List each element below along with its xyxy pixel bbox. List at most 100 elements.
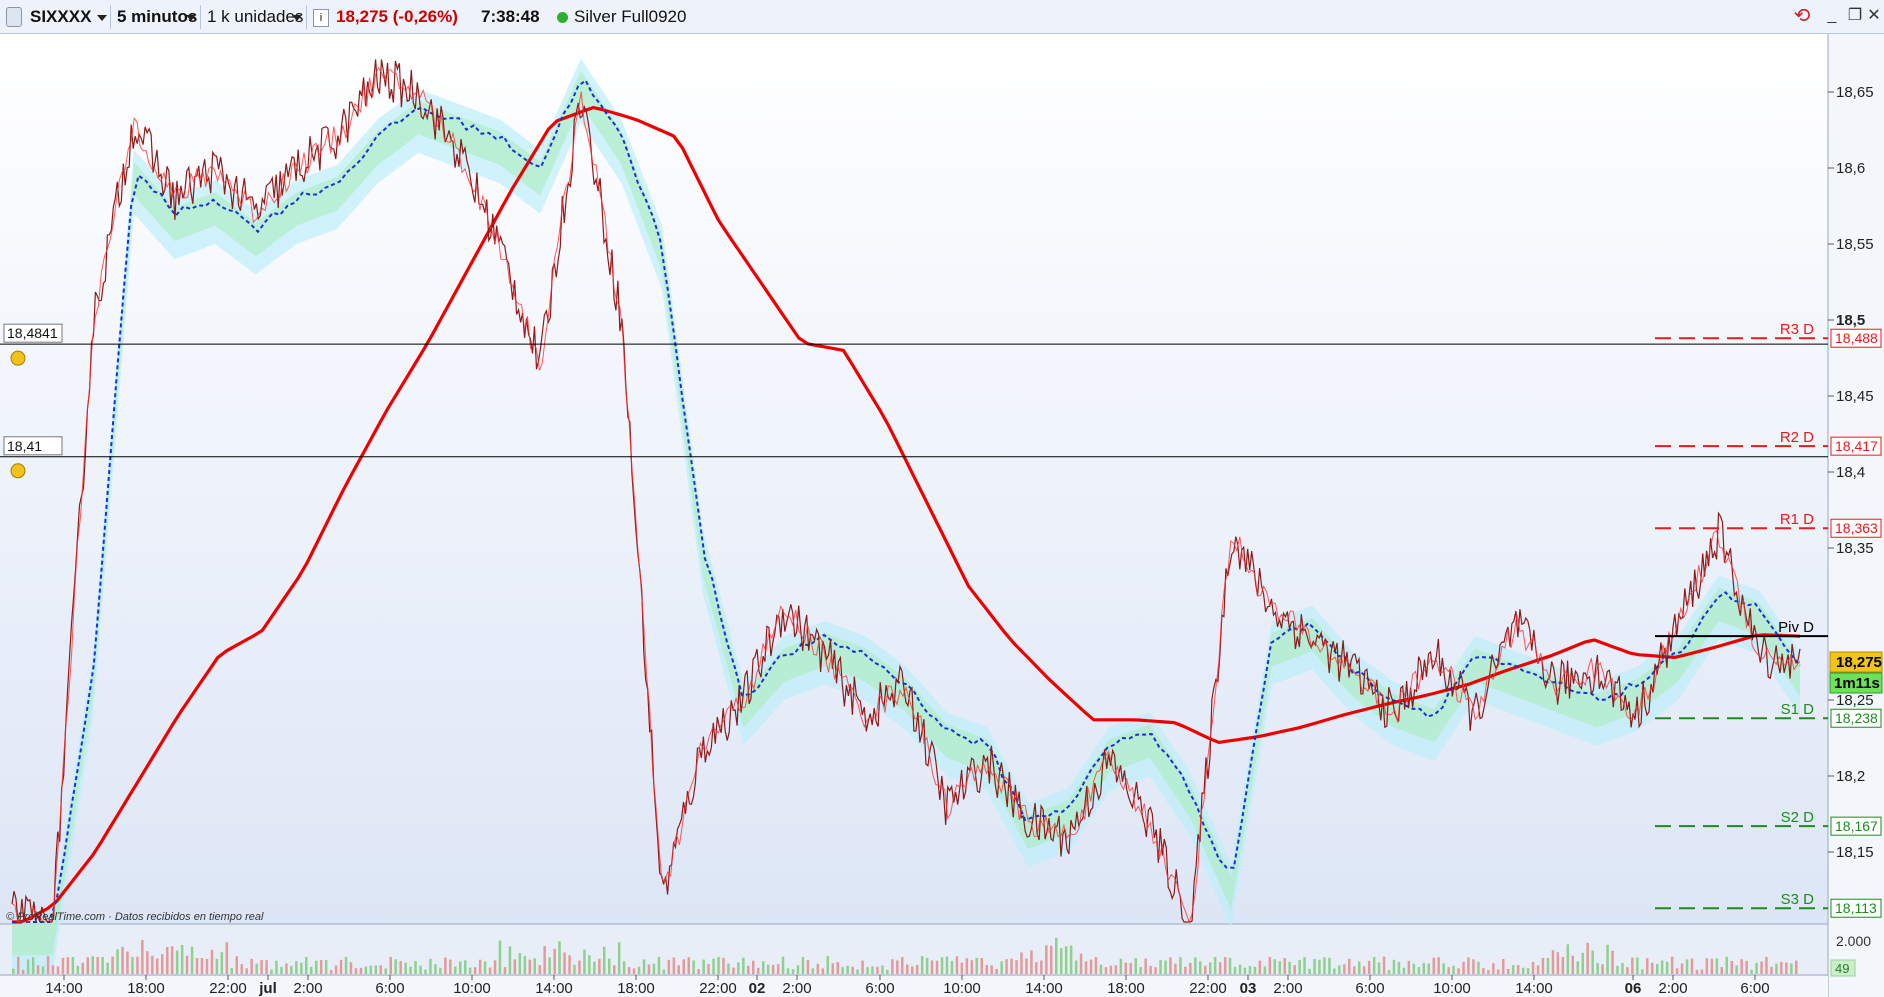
volume-bar	[667, 959, 671, 974]
x-tick-label: 2:00	[1273, 980, 1302, 997]
volume-scale-label: 2.000	[1836, 933, 1871, 949]
x-tick-label: 2:00	[293, 980, 322, 997]
volume-bar	[1665, 961, 1669, 974]
volume-bar	[1581, 952, 1584, 974]
units-selector[interactable]: 1 k unidades	[207, 6, 303, 28]
volume-bar	[1601, 964, 1604, 974]
close-button[interactable]: ✕	[1864, 6, 1884, 26]
volume-bar	[1442, 963, 1445, 974]
volume-bar	[593, 961, 596, 974]
sync-icon[interactable]: ⟲	[1792, 6, 1812, 26]
volume-bar	[1194, 957, 1197, 974]
volume-bar	[51, 965, 55, 974]
volume-bar	[235, 956, 238, 974]
chevron-down-icon[interactable]	[186, 15, 196, 21]
volume-bar	[1099, 964, 1103, 974]
volume-bar	[920, 956, 924, 974]
pivot-name: Piv D	[1778, 619, 1814, 636]
y-tick-label: 18,15	[1836, 844, 1874, 861]
volume-bar	[344, 956, 348, 974]
volume-bar	[1258, 960, 1262, 974]
volume-bar	[851, 966, 854, 974]
volume-bar	[1104, 967, 1108, 974]
volume-bar	[1119, 958, 1123, 974]
minimize-button[interactable]: _	[1822, 6, 1842, 26]
price-chart[interactable]: R3 D 18,488 R2 D 18,417 R1 D 18,363 Piv D S1 D 1…	[0, 34, 1884, 997]
volume-bar	[980, 958, 983, 974]
volume-bar	[652, 963, 656, 974]
volume-bar	[1223, 957, 1227, 974]
volume-bar	[285, 963, 288, 974]
volume-bar	[106, 962, 109, 974]
volume-bar	[1228, 957, 1232, 974]
volume-bar	[230, 967, 233, 974]
volume-bar	[1238, 964, 1242, 974]
volume-bar	[384, 968, 387, 974]
volume-bar	[36, 965, 40, 974]
volume-bar	[374, 965, 378, 974]
volume-bar	[1670, 956, 1674, 974]
volume-bar	[1735, 965, 1738, 974]
volume-bar	[1452, 965, 1455, 974]
chevron-down-icon[interactable]	[292, 15, 302, 21]
pivot-name: S3 D	[1781, 891, 1815, 908]
price-change: 18,275 (-0,26%)	[336, 7, 458, 26]
volume-bar	[1516, 964, 1520, 974]
volume-bar	[1740, 959, 1743, 974]
volume-bar	[1660, 960, 1664, 974]
volume-bar	[1477, 961, 1480, 974]
chevron-down-icon[interactable]	[97, 15, 107, 21]
volume-bar	[553, 949, 556, 974]
x-tick-label: 2:00	[782, 980, 811, 997]
separator	[306, 5, 307, 29]
volume-bar	[1775, 963, 1778, 974]
volume-bar	[990, 965, 993, 974]
volume-bar	[732, 967, 735, 974]
volume-bar	[1154, 967, 1157, 974]
volume-bar	[389, 957, 392, 974]
volume-bar	[697, 969, 700, 974]
clock-time: 7:38:48	[481, 7, 540, 26]
y-tick-label: 18,5	[1836, 312, 1865, 329]
volume-bar	[1069, 945, 1073, 974]
volume-bar	[1641, 969, 1644, 974]
volume-bar	[493, 960, 497, 974]
x-tick-label: 14:00	[1025, 980, 1063, 997]
volume-bar	[1402, 967, 1406, 974]
y-tick-label: 18,2	[1836, 768, 1865, 785]
volume-bar	[151, 955, 154, 974]
volume-bar	[1298, 960, 1301, 974]
volume-bar	[891, 959, 894, 974]
restore-button[interactable]: ❐	[1845, 6, 1865, 26]
volume-bar	[1551, 950, 1555, 974]
volume-bar	[1651, 962, 1654, 974]
volume-bar	[1079, 953, 1083, 974]
volume-bar	[1462, 961, 1465, 974]
grip-icon[interactable]	[6, 7, 22, 27]
volume-bar	[1288, 961, 1291, 974]
volume-bar	[682, 959, 685, 974]
volume-bar	[622, 961, 626, 974]
volume-bar	[1656, 963, 1659, 974]
volume-bar	[434, 964, 437, 974]
volume-bar	[17, 956, 20, 974]
volume-bar	[399, 961, 402, 974]
pivot-value: 18,488	[1835, 330, 1878, 346]
volume-bar	[439, 967, 442, 974]
volume-bar	[930, 960, 934, 974]
volume-bar	[205, 958, 209, 974]
info-icon[interactable]: i	[313, 9, 329, 27]
ticker-selector[interactable]: SIXXXX	[30, 6, 91, 28]
volume-bar	[1780, 962, 1783, 974]
volume-bar	[483, 961, 487, 974]
volume-bar	[1591, 950, 1594, 974]
x-tick-label: 14:00	[535, 980, 573, 997]
volume-bar	[861, 960, 864, 974]
volume-bar	[126, 951, 129, 974]
volume-bar	[170, 946, 174, 974]
volume-bar	[1521, 967, 1525, 974]
volume-bar	[1318, 959, 1321, 974]
volume-bar	[945, 956, 949, 974]
volume-bar	[1159, 960, 1162, 974]
volume-bar	[871, 966, 874, 974]
